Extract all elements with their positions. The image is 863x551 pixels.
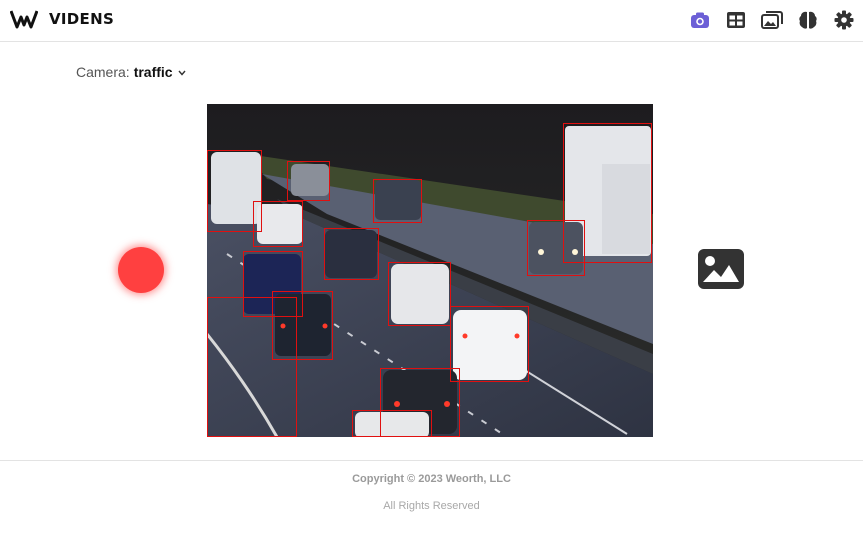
table-icon bbox=[727, 12, 745, 28]
brand[interactable]: VIDENS bbox=[10, 8, 114, 30]
record-button[interactable] bbox=[118, 247, 164, 293]
footer: Copyright © 2023 Weorth, LLC All Rights … bbox=[0, 460, 863, 551]
top-navbar: VIDENS bbox=[0, 0, 863, 42]
nav-models[interactable] bbox=[797, 9, 819, 31]
detection-box bbox=[450, 306, 529, 382]
brain-icon bbox=[799, 11, 817, 29]
camera-feed bbox=[207, 104, 653, 437]
nav-camera[interactable] bbox=[689, 9, 711, 31]
detection-box bbox=[527, 220, 585, 276]
nav-icons bbox=[689, 9, 855, 31]
nav-table[interactable] bbox=[725, 9, 747, 31]
chevron-down-icon[interactable] bbox=[178, 70, 186, 76]
camera-icon bbox=[691, 12, 709, 28]
nav-gallery[interactable] bbox=[761, 9, 783, 31]
detection-box bbox=[253, 201, 303, 247]
image-icon bbox=[698, 249, 744, 289]
copyright-text: Copyright © 2023 Weorth, LLC bbox=[352, 473, 511, 485]
camera-label: Camera: bbox=[76, 64, 130, 80]
rights-text: All Rights Reserved bbox=[383, 500, 480, 512]
detection-box bbox=[207, 297, 297, 437]
camera-selector[interactable]: Camera: traffic bbox=[76, 64, 186, 80]
videns-logo-icon bbox=[10, 10, 38, 29]
nav-settings[interactable] bbox=[833, 9, 855, 31]
detection-box bbox=[287, 161, 330, 201]
gallery-button[interactable] bbox=[698, 249, 744, 289]
photo-library-icon bbox=[761, 11, 783, 29]
gear-icon bbox=[834, 10, 854, 30]
camera-selected-value[interactable]: traffic bbox=[134, 64, 173, 80]
detection-box bbox=[352, 410, 432, 437]
app-name: VIDENS bbox=[49, 10, 115, 28]
detection-box bbox=[324, 228, 379, 280]
detection-box bbox=[388, 262, 451, 326]
detection-box bbox=[373, 179, 422, 223]
